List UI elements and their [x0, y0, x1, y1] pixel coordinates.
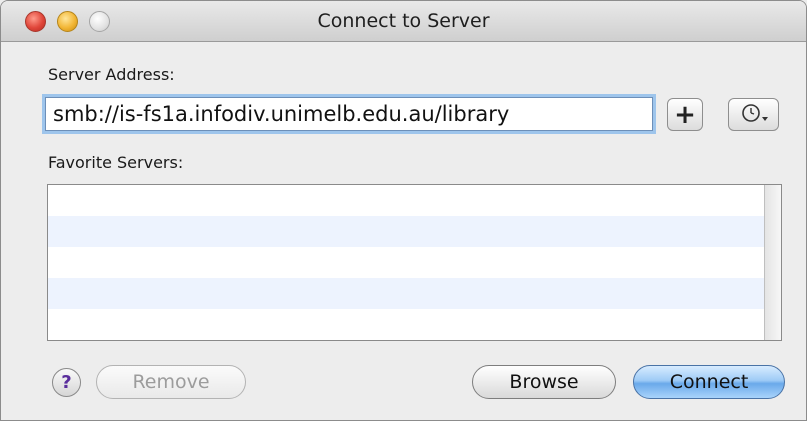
favorite-servers-list[interactable]: [47, 184, 782, 341]
list-item[interactable]: [48, 185, 781, 216]
help-button[interactable]: ?: [52, 368, 81, 397]
remove-button[interactable]: Remove: [96, 365, 246, 399]
plus-icon: +: [674, 99, 696, 130]
browse-button[interactable]: Browse: [472, 365, 616, 399]
add-favorite-button[interactable]: +: [667, 98, 703, 131]
favorite-servers-label: Favorite Servers:: [48, 153, 184, 172]
vertical-scrollbar[interactable]: [764, 185, 781, 340]
list-item[interactable]: [48, 247, 781, 278]
question-icon: ?: [61, 372, 72, 393]
recent-servers-button[interactable]: [728, 98, 779, 131]
list-item[interactable]: [48, 216, 781, 247]
server-address-label: Server Address:: [48, 65, 175, 84]
connect-button[interactable]: Connect: [633, 365, 785, 399]
clock-dropdown-icon: [737, 101, 771, 129]
window-title: Connect to Server: [317, 10, 490, 32]
list-item[interactable]: [48, 278, 781, 309]
connect-to-server-window: Connect to Server Server Address: smb://…: [0, 0, 807, 421]
server-address-input[interactable]: smb://is-fs1a.infodiv.unimelb.edu.au/lib…: [45, 97, 653, 131]
title-bar[interactable]: Connect to Server: [1, 1, 806, 42]
list-item[interactable]: [48, 309, 781, 340]
